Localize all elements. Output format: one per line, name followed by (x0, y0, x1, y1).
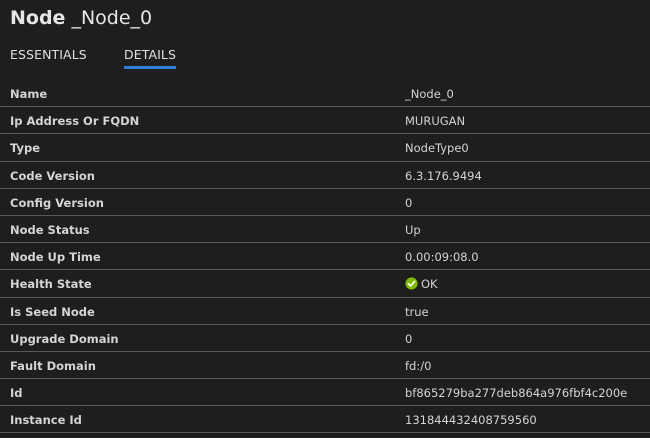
details-table: Name _Node_0 Ip Address Or FQDN MURUGAN … (0, 80, 650, 434)
row-key: Node Status (10, 222, 90, 237)
details-row-name: Name _Node_0 (0, 80, 650, 108)
check-circle-icon (405, 277, 418, 290)
row-value: 0 (405, 195, 413, 210)
details-row-fault-domain: Fault Domain fd:/0 (0, 352, 650, 380)
health-state-value: OK (405, 277, 438, 291)
row-value: Up (405, 222, 421, 237)
row-value: 0 (405, 331, 413, 346)
page-title-name: _Node_0 (71, 7, 153, 29)
row-value: _Node_0 (405, 87, 454, 101)
row-key: Type (10, 141, 41, 156)
details-row-ip-address: Ip Address Or FQDN MURUGAN (0, 107, 650, 135)
details-row-health-state: Health State OK (0, 270, 650, 298)
row-value: NodeType0 (405, 141, 469, 156)
row-key: Upgrade Domain (10, 331, 119, 346)
details-row-id: Id bf865279ba277deb864a976fbf4c200e (0, 379, 650, 407)
row-value: bf865279ba277deb864a976fbf4c200e (405, 386, 628, 401)
page-title: Node _Node_0 (10, 7, 152, 29)
details-row-config-version: Config Version 0 (0, 189, 650, 216)
details-row-code-version: Code Version 6.3.176.9494 (0, 162, 650, 189)
row-value: MURUGAN (405, 114, 466, 129)
details-row-type: Type NodeType0 (0, 134, 650, 162)
row-value: fd:/0 (405, 358, 432, 373)
row-value: 6.3.176.9494 (405, 168, 482, 183)
row-value: 0.00:09:08.0 (405, 250, 479, 265)
row-key: Node Up Time (10, 250, 101, 265)
row-value: true (405, 304, 429, 319)
row-key: Config Version (10, 195, 104, 210)
row-key: Code Version (10, 168, 95, 183)
details-row-instance-id: Instance Id 131844432408759560 (0, 406, 650, 434)
row-key: Name (10, 87, 48, 101)
details-row-is-seed-node: Is Seed Node true (0, 298, 650, 325)
tab-details[interactable]: DETAILS (124, 47, 177, 69)
row-key: Is Seed Node (10, 304, 95, 319)
health-state-label: OK (421, 277, 438, 292)
row-key: Health State (10, 277, 92, 292)
details-row-node-status: Node Status Up (0, 216, 650, 244)
page-title-kind: Node (10, 7, 66, 29)
details-row-upgrade-domain: Upgrade Domain 0 (0, 325, 650, 352)
row-key: Fault Domain (10, 358, 96, 373)
row-value: 131844432408759560 (405, 413, 537, 428)
tab-essentials[interactable]: ESSENTIALS (10, 47, 87, 62)
row-key: Ip Address Or FQDN (10, 114, 140, 129)
row-key: Id (10, 386, 23, 401)
row-key: Instance Id (10, 413, 82, 428)
details-row-node-up-time: Node Up Time 0.00:09:08.0 (0, 243, 650, 271)
